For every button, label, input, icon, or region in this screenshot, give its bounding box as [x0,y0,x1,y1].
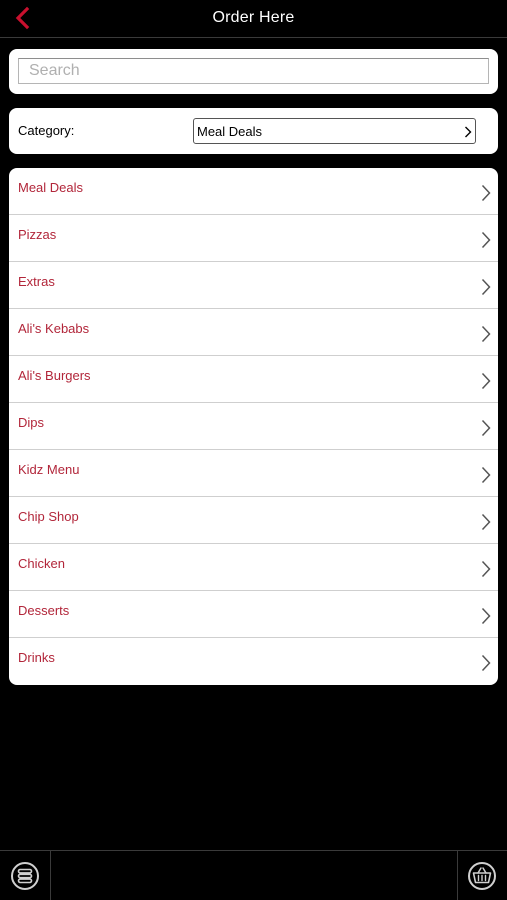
top-nav-bar: Order Here [0,0,507,38]
list-item-kidz-menu[interactable]: Kidz Menu [9,450,498,497]
bottom-tab-bar [0,850,507,900]
list-item-label: Extras [18,274,55,289]
list-item-label: Kidz Menu [18,462,80,477]
list-item-label: Meal Deals [18,180,84,195]
chevron-right-icon [481,372,491,390]
chevron-right-icon [481,419,491,437]
chevron-right-icon [481,278,491,296]
list-item-label: Drinks [18,650,55,665]
search-input[interactable] [18,58,489,84]
page-title: Order Here [212,9,295,26]
list-item-meal-deals[interactable]: Meal Deals [9,168,498,215]
list-item-dips[interactable]: Dips [9,403,498,450]
list-item-pizzas[interactable]: Pizzas [9,215,498,262]
list-item-label: Pizzas [18,227,57,242]
menu-stack-icon[interactable] [10,861,40,891]
tab-divider [457,851,458,900]
menu-category-list: Meal Deals Pizzas Extras Ali's Kebabs Al… [9,168,498,685]
chevron-right-icon [481,560,491,578]
chevron-right-icon [481,513,491,531]
search-panel [9,49,498,94]
category-selected-value: Meal Deals [197,124,263,139]
category-selector[interactable]: Meal Deals [193,118,476,144]
category-label: Category: [18,123,75,138]
list-item-label: Chicken [18,556,65,571]
category-panel: Category: Meal Deals [9,108,498,154]
list-item-label: Ali's Kebabs [18,321,90,336]
chevron-right-icon [465,126,472,138]
list-item-desserts[interactable]: Desserts [9,591,498,638]
list-item-alis-burgers[interactable]: Ali's Burgers [9,356,498,403]
list-item-label: Dips [18,415,45,430]
list-item-alis-kebabs[interactable]: Ali's Kebabs [9,309,498,356]
list-item-label: Ali's Burgers [18,368,91,383]
tab-divider [50,851,51,900]
chevron-right-icon [481,184,491,202]
list-item-chip-shop[interactable]: Chip Shop [9,497,498,544]
chevron-right-icon [481,231,491,249]
list-item-extras[interactable]: Extras [9,262,498,309]
basket-icon[interactable] [467,861,497,891]
list-item-chicken[interactable]: Chicken [9,544,498,591]
chevron-right-icon [481,607,491,625]
chevron-right-icon [481,466,491,484]
chevron-right-icon [481,654,491,672]
list-item-label: Chip Shop [18,509,79,524]
list-item-drinks[interactable]: Drinks [9,638,498,685]
list-item-label: Desserts [18,603,70,618]
chevron-right-icon [481,325,491,343]
